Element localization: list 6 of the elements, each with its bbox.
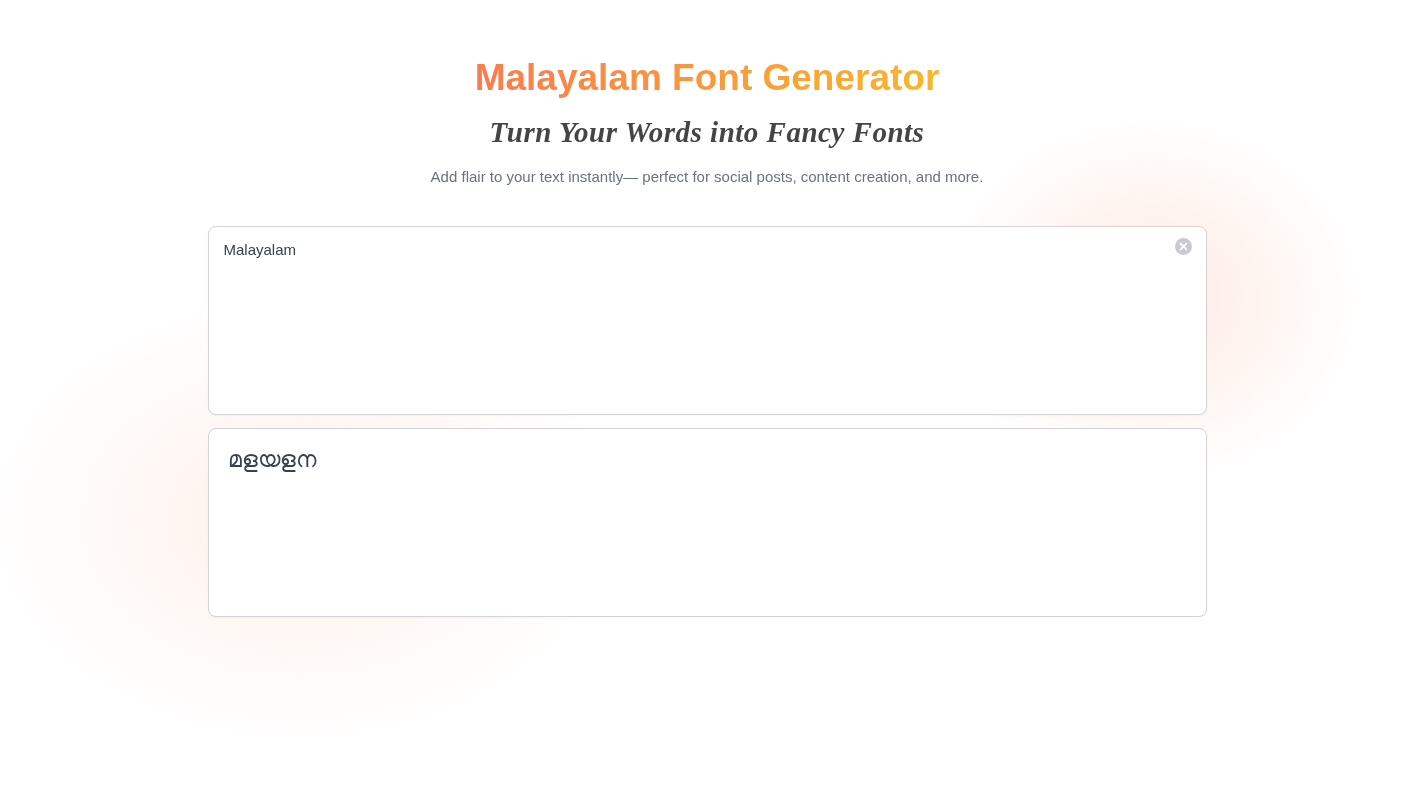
input-field[interactable]: Malayalam — [207, 226, 1207, 415]
page-description: Add flair to your text instantly— perfect for social posts, content creation, and more. — [430, 167, 984, 187]
output-field[interactable]: മളയളന — [207, 428, 1207, 617]
clear-icon — [1174, 238, 1192, 255]
clear-button[interactable] — [1174, 238, 1192, 255]
page-subtitle: Turn Your Words into Fancy Fonts — [489, 115, 925, 150]
